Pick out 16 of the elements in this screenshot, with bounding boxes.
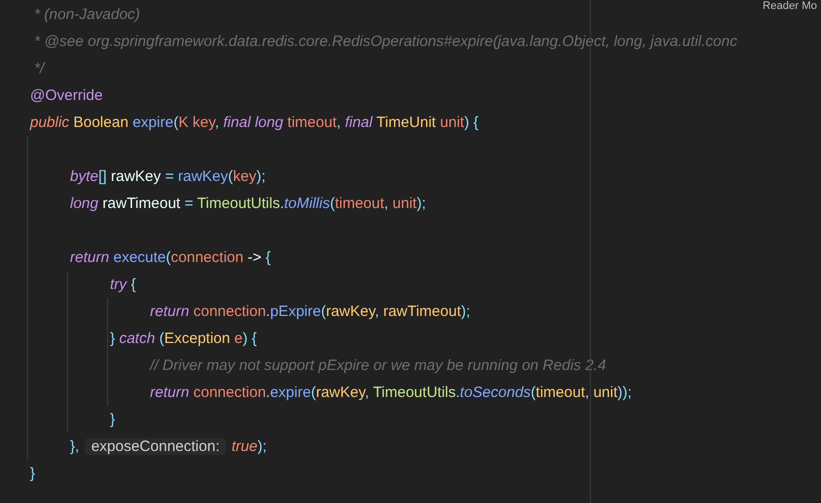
code-line: }: [109, 411, 116, 428]
code-line: }: [30, 465, 36, 482]
reader-mode-label[interactable]: Reader Mo: [762, 0, 817, 13]
code-line: long rawTimeout = TimeoutUtils.toMillis(timeout, unit);: [69, 195, 426, 212]
code-line: public Boolean expire(K key, final long timeout, final TimeUnit unit) {: [30, 114, 478, 131]
code-line: @Override: [30, 87, 103, 104]
code-line: */: [33, 60, 44, 77]
code-line: try {: [109, 276, 136, 293]
code-line: return execute(connection -> {: [69, 249, 271, 266]
code-line: } catch (Exception e) {: [109, 330, 257, 347]
code-line: * (non-Javadoc): [33, 6, 140, 23]
code-line: return connection.pExpire(rawKey, rawTimeout);: [149, 303, 470, 320]
code-line: return connection.expire(rawKey, TimeoutUtils.toSeconds(timeout, unit));: [149, 384, 632, 401]
code-line: byte[] rawKey = rawKey(key);: [69, 168, 266, 185]
code-line: }, exposeConnection: true);: [69, 438, 267, 455]
code-line: * @see org.springframework.data.redis.core.RedisOperations#expire(java.lang.Object, long, java.util.conc: [33, 33, 738, 50]
